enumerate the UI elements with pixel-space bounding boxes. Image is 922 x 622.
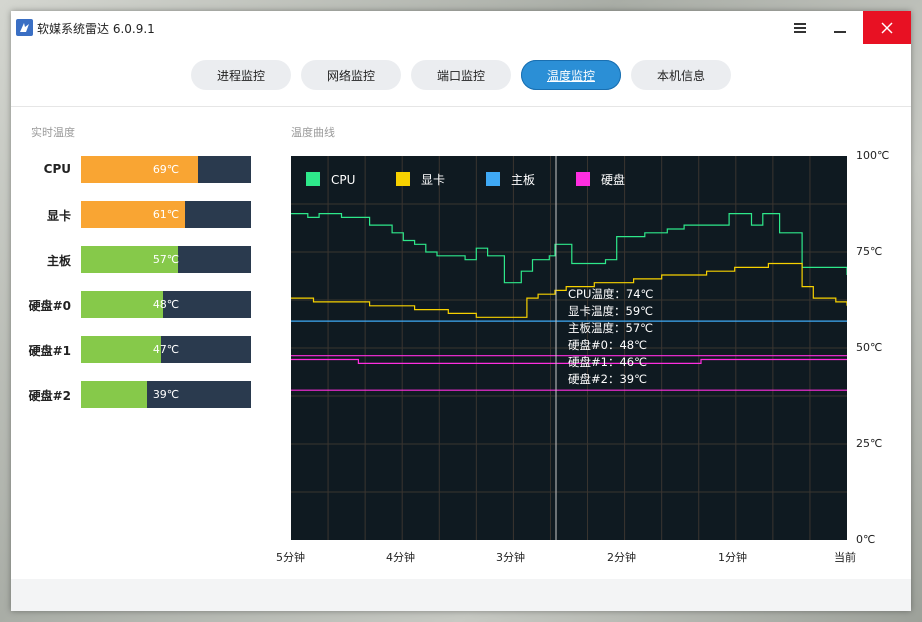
temp-bar: 47℃ [81, 336, 251, 363]
y-tick-label: 75℃ [856, 245, 883, 258]
legend-label: 主板 [511, 173, 535, 187]
temp-value: 39℃ [152, 388, 180, 401]
temp-value: 57℃ [152, 253, 180, 266]
temperature-chart-svg: CPU 显卡 主板 硬盘 CPU温度：74℃ 显卡温度：59℃ 主板温度：57℃ 硬盘#0：4… [291, 156, 848, 540]
temp-bar: 57℃ [81, 246, 251, 273]
minimize-icon [834, 30, 846, 33]
temp-value: 61℃ [152, 208, 180, 221]
minimize-button[interactable] [823, 11, 857, 44]
hamburger-menu-icon [794, 22, 806, 33]
temp-label: CPU [43, 162, 71, 176]
temp-label: 主板 [46, 254, 71, 268]
close-button[interactable] [863, 11, 911, 44]
app-window: 软媒系统雷达 6.0.9.1 进程监控 网络监控 端口监控 温度监控 本机信息 [11, 11, 911, 611]
y-tick-label: 50℃ [856, 341, 883, 354]
y-tick-label: 25℃ [856, 437, 883, 450]
y-tick-label: 0℃ [856, 533, 876, 546]
legend-swatch [486, 172, 500, 186]
temp-label: 硬盘#0 [28, 299, 71, 313]
legend-swatch [396, 172, 410, 186]
temp-bar: 48℃ [81, 291, 251, 318]
temp-bar: 61℃ [81, 201, 251, 228]
legend-label: 显卡 [421, 173, 445, 187]
tooltip-line: 主板温度：57℃ [568, 321, 653, 335]
x-tick-label: 当前 [834, 551, 856, 564]
radar-app-icon [16, 19, 33, 36]
tab-system-info[interactable]: 本机信息 [631, 60, 731, 90]
tab-port-monitor[interactable]: 端口监控 [411, 60, 511, 90]
legend-swatch [306, 172, 320, 186]
tooltip-line: 硬盘#1：46℃ [568, 355, 647, 369]
curve-title: 温度曲线 [291, 126, 335, 139]
temp-bar: 39℃ [81, 381, 251, 408]
legend-label: 硬盘 [601, 172, 625, 187]
title-bar: 软媒系统雷达 6.0.9.1 [11, 11, 911, 44]
tooltip-line: 硬盘#2：39℃ [568, 372, 647, 386]
series-line-0 [291, 213, 848, 284]
x-tick-label: 1分钟 [718, 551, 747, 564]
tooltip-line: CPU温度：74℃ [568, 287, 654, 301]
status-footer [11, 579, 911, 611]
temp-label: 硬盘#2 [28, 389, 71, 403]
y-tick-label: 100℃ [856, 149, 890, 162]
tooltip-line: 显卡温度：59℃ [568, 304, 653, 318]
window-title: 软媒系统雷达 6.0.9.1 [37, 22, 155, 36]
tab-temperature-monitor[interactable]: 温度监控 [521, 60, 621, 90]
x-tick-label: 5分钟 [276, 551, 305, 564]
legend-swatch [576, 172, 590, 186]
temp-bar: 69℃ [81, 156, 251, 183]
tooltip-line: 硬盘#0：48℃ [568, 338, 647, 352]
x-tick-label: 4分钟 [386, 551, 415, 564]
menu-button[interactable] [783, 11, 817, 44]
temp-label: 硬盘#1 [28, 344, 71, 358]
temp-value: 48℃ [152, 298, 180, 311]
temp-value: 69℃ [152, 163, 180, 176]
x-tick-label: 3分钟 [496, 551, 525, 564]
realtime-title: 实时温度 [31, 126, 75, 139]
tab-process-monitor[interactable]: 进程监控 [191, 60, 291, 90]
tab-network-monitor[interactable]: 网络监控 [301, 60, 401, 90]
temperature-chart: CPU 显卡 主板 硬盘 CPU温度：74℃ 显卡温度：59℃ 主板温度：57℃ 硬盘#0：4… [291, 156, 848, 540]
legend-label: CPU [331, 173, 355, 187]
x-tick-label: 2分钟 [607, 551, 636, 564]
close-icon [881, 22, 893, 33]
tab-bar: 进程监控 网络监控 端口监控 温度监控 本机信息 [11, 44, 911, 107]
temp-value: 47℃ [152, 343, 180, 356]
temp-label: 显卡 [46, 209, 71, 223]
